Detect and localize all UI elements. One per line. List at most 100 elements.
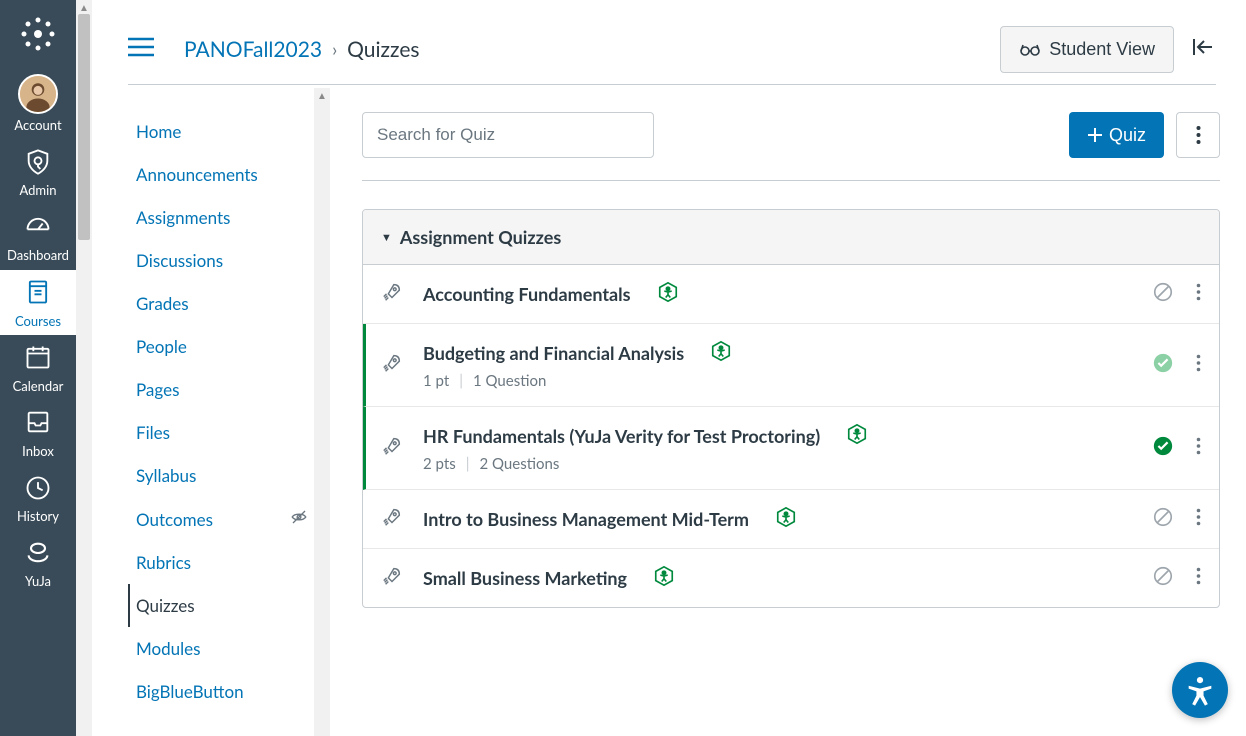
calendar-icon xyxy=(24,343,52,375)
unpublished-icon[interactable] xyxy=(1152,281,1174,307)
quiz-title[interactable]: Budgeting and Financial Analysis xyxy=(423,342,684,364)
accessibility-badge-icon[interactable] xyxy=(657,281,679,307)
breadcrumb-course[interactable]: PANOFall2023 xyxy=(184,37,322,62)
nav-courses[interactable]: Courses xyxy=(0,270,76,335)
breadcrumb-current: Quizzes xyxy=(347,37,419,62)
shield-icon xyxy=(24,148,52,180)
quiz-meta: 1 pt|1 Question xyxy=(423,372,1152,390)
row-actions xyxy=(1152,281,1201,307)
row-more-button[interactable] xyxy=(1196,567,1201,589)
search-input[interactable] xyxy=(362,112,654,158)
rocket-icon xyxy=(381,281,403,307)
nav-admin-label: Admin xyxy=(19,183,56,199)
nav-account-label: Account xyxy=(14,118,61,134)
header-divider xyxy=(128,84,1216,85)
hidden-eye-icon xyxy=(290,508,308,530)
yuja-icon xyxy=(24,539,52,571)
dashboard-icon xyxy=(24,213,52,245)
canvas-logo[interactable] xyxy=(16,12,60,56)
course-nav-item[interactable]: Home xyxy=(128,110,314,153)
row-actions xyxy=(1152,565,1201,591)
quiz-points: 2 pts xyxy=(423,455,456,473)
nav-courses-label: Courses xyxy=(15,314,61,330)
unpublished-icon[interactable] xyxy=(1152,565,1174,591)
avatar-icon xyxy=(18,74,58,114)
course-nav-item[interactable]: Discussions xyxy=(128,239,314,282)
course-nav-label: People xyxy=(136,336,187,357)
row-more-button[interactable] xyxy=(1196,437,1201,459)
breadcrumb-separator: › xyxy=(332,38,337,60)
quiz-title[interactable]: HR Fundamentals (YuJa Verity for Test Pr… xyxy=(423,425,820,447)
course-nav-item[interactable]: Assignments xyxy=(128,196,314,239)
student-view-label: Student View xyxy=(1049,39,1155,60)
accessibility-badge-icon[interactable] xyxy=(846,423,868,449)
nav-inbox-label: Inbox xyxy=(22,444,54,460)
accessibility-float-button[interactable] xyxy=(1172,662,1228,718)
quiz-body: Accounting Fundamentals xyxy=(423,281,1152,307)
course-nav-item[interactable]: People xyxy=(128,325,314,368)
quiz-title[interactable]: Intro to Business Management Mid-Term xyxy=(423,508,749,530)
course-nav-item[interactable]: Grades xyxy=(128,282,314,325)
course-nav-item[interactable]: Rubrics xyxy=(128,541,314,584)
accessibility-badge-icon[interactable] xyxy=(710,340,732,366)
course-nav-item[interactable]: Outcomes xyxy=(128,497,314,541)
unpublished-icon[interactable] xyxy=(1152,506,1174,532)
toolbar-divider xyxy=(362,180,1220,181)
row-more-button[interactable] xyxy=(1196,354,1201,376)
course-nav-item[interactable]: Syllabus xyxy=(128,454,314,497)
accessibility-icon xyxy=(1183,673,1217,707)
course-nav-item[interactable]: Pages xyxy=(128,368,314,411)
quiz-row: Intro to Business Management Mid-Term xyxy=(363,490,1219,549)
published-icon[interactable] xyxy=(1152,435,1174,461)
nav-admin[interactable]: Admin xyxy=(0,140,76,205)
caret-down-icon: ▼ xyxy=(381,231,392,244)
quiz-group-title: Assignment Quizzes xyxy=(400,226,561,248)
kebab-icon xyxy=(1196,125,1201,145)
course-nav-label: Announcements xyxy=(136,164,258,185)
row-more-button[interactable] xyxy=(1196,283,1201,305)
published-icon[interactable] xyxy=(1152,352,1174,378)
rocket-icon xyxy=(381,352,403,378)
nav-dashboard[interactable]: Dashboard xyxy=(0,205,76,270)
quiz-questions: 1 Question xyxy=(473,372,546,390)
student-view-button[interactable]: Student View xyxy=(1000,26,1174,73)
course-nav-scrollbar[interactable]: ▲ xyxy=(314,88,330,736)
page-scrollbar[interactable]: ▲ xyxy=(76,0,92,736)
course-nav-item[interactable]: Modules xyxy=(128,627,314,670)
course-nav-item[interactable]: BigBlueButton xyxy=(128,670,314,713)
toolbar-more-button[interactable] xyxy=(1176,112,1220,158)
collapse-sidebar-button[interactable] xyxy=(1192,37,1216,61)
course-nav-item[interactable]: Quizzes xyxy=(128,584,314,627)
course-nav-label: Syllabus xyxy=(136,465,196,486)
plus-icon xyxy=(1087,127,1103,143)
course-nav-label: Quizzes xyxy=(136,595,195,616)
accessibility-badge-icon[interactable] xyxy=(653,565,675,591)
nav-dashboard-label: Dashboard xyxy=(7,248,69,264)
course-nav-label: Home xyxy=(136,121,181,142)
nav-inbox[interactable]: Inbox xyxy=(0,400,76,465)
accessibility-badge-icon[interactable] xyxy=(775,506,797,532)
scroll-thumb[interactable] xyxy=(78,14,90,240)
quiz-group-header[interactable]: ▼ Assignment Quizzes xyxy=(363,210,1219,265)
quiz-body: Small Business Marketing xyxy=(423,565,1152,591)
course-nav-item[interactable]: Files xyxy=(128,411,314,454)
quiz-body: Budgeting and Financial Analysis 1 pt|1 Q… xyxy=(423,340,1152,390)
quiz-title[interactable]: Small Business Marketing xyxy=(423,567,627,589)
quiz-title[interactable]: Accounting Fundamentals xyxy=(423,283,631,305)
scroll-up-icon: ▲ xyxy=(79,2,89,14)
add-quiz-button[interactable]: Quiz xyxy=(1069,112,1164,158)
row-more-button[interactable] xyxy=(1196,508,1201,530)
hamburger-button[interactable] xyxy=(128,36,154,62)
main-content: Quiz ▼ Assignment Quizzes Accounting Fun… xyxy=(362,112,1220,608)
nav-yuja[interactable]: YuJa xyxy=(0,531,76,596)
book-icon xyxy=(24,278,52,310)
course-nav-item[interactable]: Announcements xyxy=(128,153,314,196)
inbox-icon xyxy=(24,408,52,440)
nav-yuja-label: YuJa xyxy=(25,574,51,590)
quiz-row: Small Business Marketing xyxy=(363,549,1219,607)
course-nav-label: BigBlueButton xyxy=(136,681,244,702)
nav-calendar[interactable]: Calendar xyxy=(0,335,76,400)
nav-account[interactable]: Account xyxy=(0,66,76,140)
nav-history[interactable]: History xyxy=(0,466,76,531)
course-nav-label: Pages xyxy=(136,379,179,400)
